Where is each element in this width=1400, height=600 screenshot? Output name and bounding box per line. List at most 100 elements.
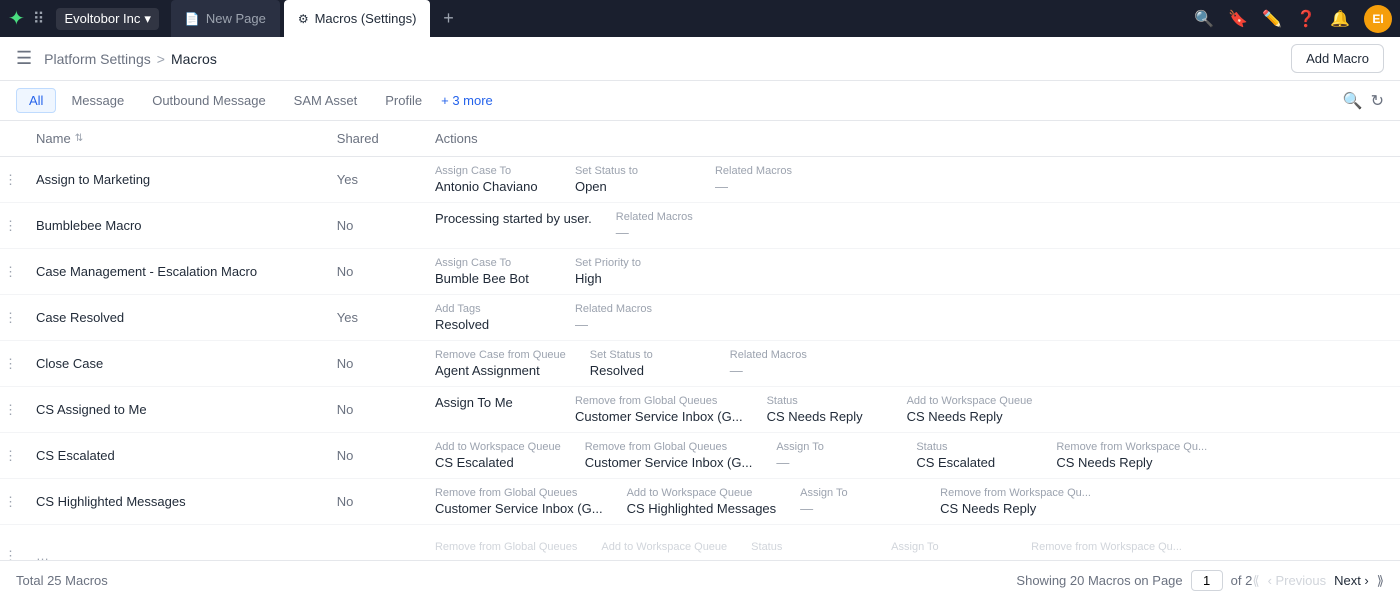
row-name[interactable]: Close Case <box>24 341 325 387</box>
row-menu-icon[interactable]: ⋮ <box>0 387 24 433</box>
row-menu-icon[interactable]: ⋮ <box>0 295 24 341</box>
action-label: Remove from Global Queues <box>435 541 577 553</box>
new-page-tab-icon: 📄 <box>185 12 200 26</box>
action-item: Status CS Escalated <box>904 433 1044 478</box>
action-label: Assign To <box>776 441 892 453</box>
avatar[interactable]: EI <box>1364 5 1392 33</box>
action-item: Add to Workspace Queue CS Escalated <box>423 433 573 478</box>
action-item: Related Macros — <box>718 341 858 386</box>
action-label: Add Tags <box>435 303 551 315</box>
row-actions: Assign Case To Antonio Chaviano Set Stat… <box>423 157 1400 202</box>
action-item: Add Tags Resolved <box>423 295 563 340</box>
action-label: Status <box>751 541 867 553</box>
table-row: ⋮ Bumblebee Macro No Processing started … <box>0 203 1400 249</box>
row-name[interactable]: Bumblebee Macro <box>24 203 325 249</box>
tab-new-page[interactable]: 📄 New Page <box>171 0 280 37</box>
action-value: CS Highlighted Messages <box>627 501 777 516</box>
row-shared: No <box>325 387 423 433</box>
total-macros-label: Total 25 Macros <box>16 573 1016 588</box>
action-value: Antonio Chaviano <box>435 179 551 194</box>
action-item: Status CS Needs Reply <box>755 387 895 432</box>
row-menu-icon[interactable]: ⋮ <box>0 341 24 387</box>
table-row: ⋮ CS Escalated No Add to Workspace Queue… <box>0 433 1400 479</box>
row-shared: No <box>325 479 423 525</box>
add-macro-button[interactable]: Add Macro <box>1291 44 1384 73</box>
app-logo[interactable]: ✦ <box>8 6 25 31</box>
page-number-input[interactable] <box>1191 570 1223 591</box>
row-name[interactable]: Case Management - Escalation Macro <box>24 249 325 295</box>
row-menu-icon[interactable]: ⋮ <box>0 433 24 479</box>
row-menu-icon[interactable]: ⋮ <box>0 203 24 249</box>
brand-selector[interactable]: Evoltobor Inc ▾ <box>56 8 158 30</box>
action-label: Status <box>767 395 883 407</box>
action-value: Processing started by user. <box>435 211 592 226</box>
help-icon[interactable]: ❓ <box>1296 9 1316 29</box>
row-name[interactable]: CS Escalated <box>24 433 325 479</box>
new-tab-button[interactable]: + <box>434 5 462 33</box>
row-menu-icon[interactable]: ⋮ <box>0 157 24 203</box>
row-actions: Add to Workspace Queue CS Escalated Remo… <box>423 433 1400 478</box>
action-item: Assign Case To Bumble Bee Bot <box>423 249 563 294</box>
grid-icon[interactable]: ⠿ <box>33 9 45 29</box>
last-page-button[interactable]: ⟫ <box>1377 573 1384 589</box>
row-menu-icon[interactable]: ⋮ <box>0 249 24 295</box>
action-value: — <box>730 363 846 378</box>
action-label: Assign Case To <box>435 257 551 269</box>
col-name-header: Name ⇅ <box>24 121 325 157</box>
action-item: Remove from Workspace Qu... CS Needs Rep… <box>1044 433 1219 478</box>
sub-navigation: ☰ Platform Settings > Macros Add Macro <box>0 37 1400 81</box>
action-label: Remove from Workspace Qu... <box>1056 441 1207 453</box>
action-label: Assign Case To <box>435 165 551 177</box>
action-item: Assign To Me <box>423 387 563 432</box>
row-name[interactable]: Case Resolved <box>24 295 325 341</box>
filter-tab-sam-asset[interactable]: SAM Asset <box>281 88 371 113</box>
bookmark-icon[interactable]: 🔖 <box>1228 9 1248 29</box>
previous-page-button[interactable]: ‹ Previous <box>1268 573 1327 588</box>
macros-settings-tab-icon: ⚙ <box>298 12 309 26</box>
action-item: Add to Workspace Queue CS Highlighted Me… <box>615 479 789 524</box>
first-page-button[interactable]: ⟪ <box>1252 573 1259 589</box>
filter-refresh-icon[interactable]: ↻ <box>1371 91 1384 111</box>
row-actions: Remove Case from Queue Agent Assignment … <box>423 341 1400 386</box>
action-value: — <box>715 179 831 194</box>
search-icon[interactable]: 🔍 <box>1194 9 1214 29</box>
next-page-button[interactable]: Next › <box>1334 573 1369 588</box>
filter-more-button[interactable]: + 3 more <box>441 93 493 108</box>
table-row: ⋮ CS Assigned to Me No Assign To Me Remo… <box>0 387 1400 433</box>
action-item: Remove from Global Queues Customer Servi… <box>573 433 765 478</box>
filter-tab-message[interactable]: Message <box>58 88 137 113</box>
action-label: Related Macros <box>575 303 691 315</box>
bell-icon[interactable]: 🔔 <box>1330 9 1350 29</box>
action-value: CS Escalated <box>916 455 1032 470</box>
action-value: CS Escalated <box>435 455 561 470</box>
action-label: Add to Workspace Queue <box>601 541 727 553</box>
filter-tab-all[interactable]: All <box>16 88 56 113</box>
row-name[interactable]: Assign to Marketing <box>24 157 325 203</box>
action-item: Set Priority to High <box>563 249 703 294</box>
action-item: Assign To — <box>764 433 904 478</box>
edit-icon[interactable]: ✏️ <box>1262 9 1282 29</box>
col-dots <box>0 121 24 157</box>
action-value: Agent Assignment <box>435 363 566 378</box>
action-item: Related Macros — <box>703 157 843 202</box>
action-item: Related Macros — <box>604 203 744 248</box>
action-value: CS Needs Reply <box>1056 455 1207 470</box>
row-actions: Add Tags Resolved Related Macros — <box>423 295 1400 340</box>
brand-name: Evoltobor Inc <box>64 11 140 26</box>
table-row: ⋮ CS Highlighted Messages No Remove from… <box>0 479 1400 525</box>
action-label: Assign To <box>891 541 1007 553</box>
macros-table: Name ⇅ Shared Actions ⋮ Assign to Market… <box>0 121 1400 587</box>
filter-tab-outbound-message[interactable]: Outbound Message <box>139 88 278 113</box>
filter-tab-profile[interactable]: Profile <box>372 88 435 113</box>
breadcrumb-platform-settings[interactable]: Platform Settings <box>44 51 151 67</box>
tab-macros-settings[interactable]: ⚙ Macros (Settings) <box>284 0 431 37</box>
filter-tabs-bar: All Message Outbound Message SAM Asset P… <box>0 81 1400 121</box>
action-value: — <box>800 501 916 516</box>
row-actions: Remove from Global Queues Customer Servi… <box>423 479 1400 524</box>
sort-icon[interactable]: ⇅ <box>75 133 83 144</box>
sidebar-toggle-icon[interactable]: ☰ <box>16 48 32 69</box>
filter-search-icon[interactable]: 🔍 <box>1343 91 1363 111</box>
row-name[interactable]: CS Highlighted Messages <box>24 479 325 525</box>
row-menu-icon[interactable]: ⋮ <box>0 479 24 525</box>
row-name[interactable]: CS Assigned to Me <box>24 387 325 433</box>
